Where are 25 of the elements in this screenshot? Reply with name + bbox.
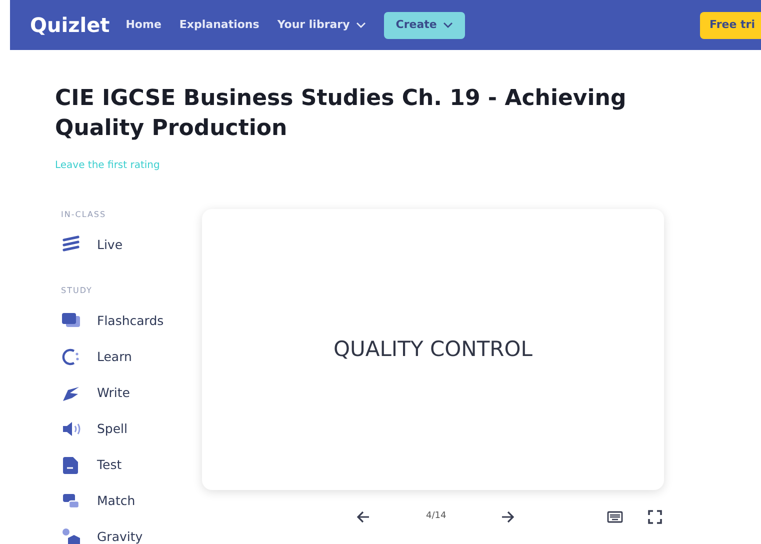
nav-link[interactable]: Home	[126, 16, 162, 34]
study-mode-link[interactable]: Flashcards	[61, 303, 202, 340]
study-mode-link[interactable]: Write	[61, 375, 202, 412]
logo[interactable]: Quizlet	[30, 10, 110, 40]
nav-link[interactable]: Explanations	[179, 16, 260, 34]
study-mode-link[interactable]: Live	[61, 227, 202, 264]
section-heading: IN-CLASS	[61, 209, 108, 222]
chevron-down-icon	[442, 22, 453, 28]
study-mode-link[interactable]: Gravity	[61, 519, 202, 544]
card-term: QUALITY CONTROL	[333, 336, 533, 364]
gravity-icon	[61, 527, 81, 544]
set-title: CIE IGCSE Business Studies Ch. 19 - Achieving Quality Production	[55, 85, 628, 143]
study-mode-link[interactable]: Test	[61, 447, 202, 484]
study-mode-link[interactable]: Match	[61, 483, 202, 520]
test-icon	[61, 455, 81, 476]
free-trial-button[interactable]: Free tri	[700, 12, 761, 38]
learn-icon	[61, 347, 81, 368]
study-mode-link[interactable]: Learn	[61, 339, 202, 376]
nav-link[interactable]: Your library	[277, 16, 366, 34]
create-button[interactable]: Create	[384, 12, 465, 38]
flashcard[interactable]: QUALITY CONTROL	[202, 209, 664, 490]
section-heading: STUDY	[61, 285, 94, 298]
study-mode-link[interactable]: Spell	[61, 411, 202, 448]
card-counter: 4/14	[426, 510, 446, 523]
chevron-down-icon	[356, 22, 366, 28]
